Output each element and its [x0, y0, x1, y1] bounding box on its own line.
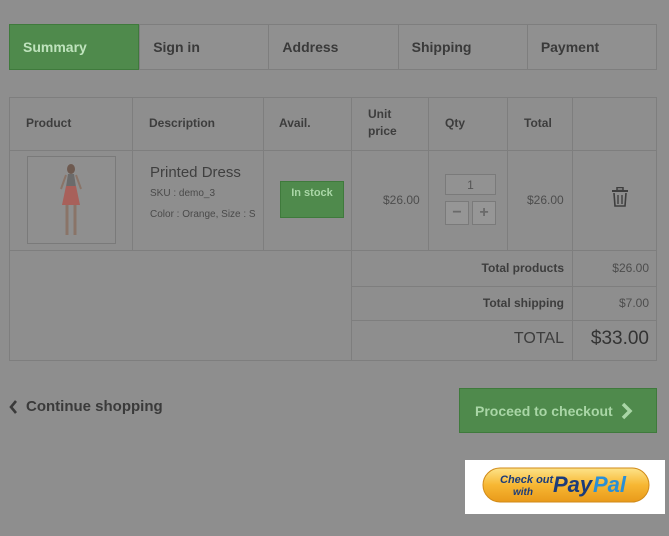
paypal-brand-pay: Pay — [553, 472, 594, 497]
total-shipping-label: Total shipping — [482, 296, 564, 310]
product-name[interactable]: Printed Dress — [150, 164, 241, 181]
paypal-logo: Check out with Pay Pal — [482, 467, 650, 503]
header-unit-price-line1: Unit — [368, 107, 392, 121]
step-address[interactable]: Address — [268, 25, 397, 69]
product-attributes: Color : Orange, Size : S — [150, 209, 256, 220]
availability-label: In stock — [291, 187, 333, 199]
table-divider — [351, 98, 352, 360]
step-sign-in-label: Sign in — [153, 39, 200, 55]
proceed-to-checkout-label: Proceed to checkout — [475, 402, 613, 419]
total-products-value: $26.00 — [612, 261, 649, 275]
total-shipping-value: $7.00 — [618, 296, 649, 310]
availability-badge: In stock — [280, 181, 344, 218]
product-sku: SKU : demo_3 — [150, 188, 216, 199]
step-address-label: Address — [282, 39, 339, 55]
table-divider — [10, 250, 656, 251]
table-divider — [132, 98, 133, 250]
header-description: Description — [149, 116, 216, 130]
step-shipping-label: Shipping — [411, 39, 472, 55]
line-total: $26.00 — [527, 193, 564, 207]
total-products-label: Total products — [481, 261, 564, 275]
grand-total-value: $33.00 — [590, 328, 649, 349]
step-payment[interactable]: Payment — [526, 25, 656, 69]
cart-table: Product Description Avail. Unit price Qt… — [9, 97, 657, 361]
unit-price: $26.00 — [383, 193, 420, 207]
chevron-right-icon — [621, 402, 633, 419]
table-divider — [10, 150, 656, 151]
quantity-decrease-button[interactable]: − — [445, 201, 469, 225]
quantity-increase-button[interactable]: + — [472, 201, 496, 225]
continue-shopping-label: Continue shopping — [26, 398, 163, 415]
header-avail: Avail. — [279, 116, 311, 130]
header-product: Product — [26, 116, 72, 130]
paypal-brand-pal: Pal — [593, 472, 627, 497]
header-total: Total — [524, 116, 552, 130]
product-image[interactable] — [27, 156, 116, 244]
checkout-steps: Summary Sign in Address Shipping Payment — [9, 24, 657, 70]
header-unit-price: Unit price — [368, 106, 397, 140]
proceed-to-checkout-button[interactable]: Proceed to checkout — [459, 388, 657, 433]
paypal-checkout-button[interactable]: Check out with Pay Pal — [465, 460, 665, 514]
table-divider — [428, 98, 429, 250]
trash-icon[interactable] — [611, 187, 629, 207]
step-sign-in[interactable]: Sign in — [139, 25, 268, 69]
header-unit-price-line2: price — [368, 124, 397, 138]
paypal-line1: Check out — [500, 474, 555, 486]
table-divider — [263, 98, 264, 250]
step-payment-label: Payment — [540, 39, 600, 55]
chevron-left-icon — [9, 399, 17, 414]
continue-shopping-link[interactable]: Continue shopping — [9, 398, 163, 415]
table-divider — [507, 98, 508, 250]
header-qty: Qty — [445, 116, 466, 130]
quantity-input[interactable] — [445, 174, 496, 195]
step-shipping[interactable]: Shipping — [397, 25, 527, 69]
grand-total-label: TOTAL — [513, 330, 564, 347]
step-summary[interactable]: Summary — [9, 24, 140, 70]
paypal-line2: with — [513, 487, 533, 498]
minus-icon: − — [452, 204, 462, 221]
table-divider — [572, 98, 573, 360]
dress-model-image — [60, 164, 82, 235]
step-summary-label: Summary — [23, 39, 87, 55]
table-divider — [351, 286, 656, 287]
table-divider — [351, 320, 656, 321]
plus-icon: + — [479, 204, 489, 221]
